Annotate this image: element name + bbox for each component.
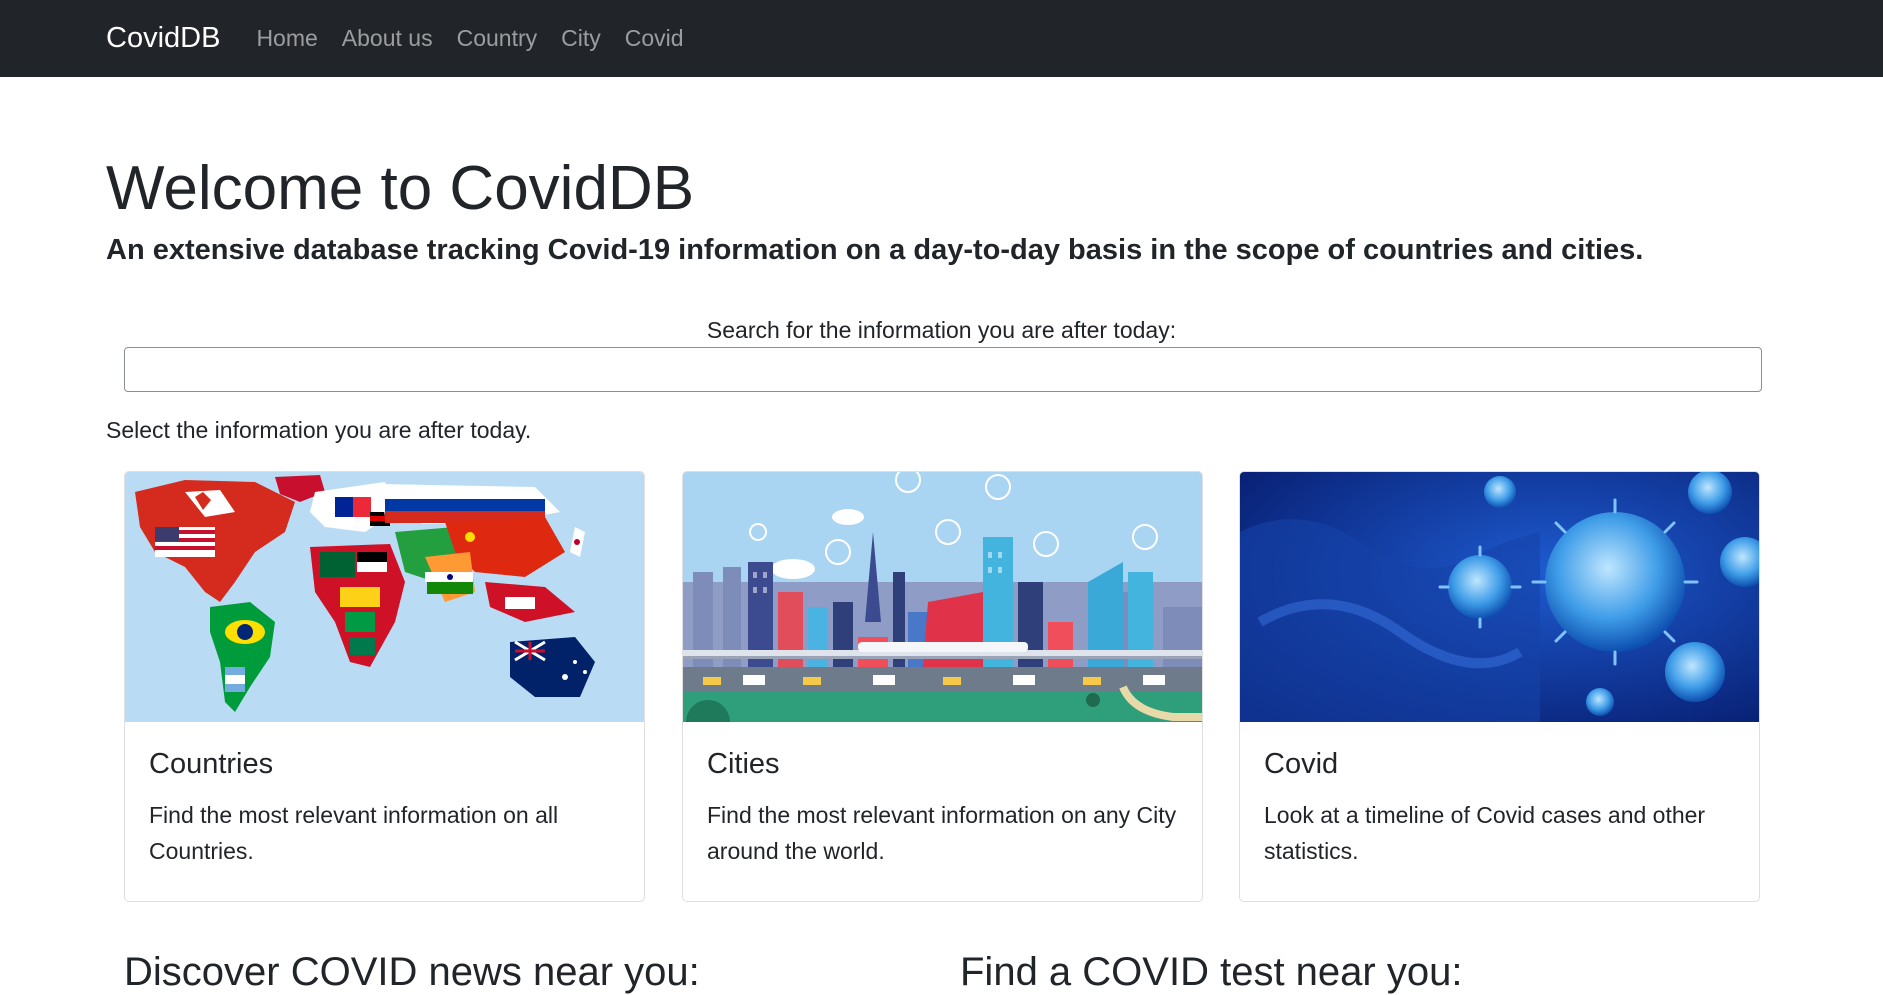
test-section-heading: Find a COVID test near you: (960, 950, 1463, 994)
card-countries[interactable]: Countries Find the most relevant informa… (124, 471, 645, 902)
search-label: Search for the information you are after… (706, 317, 1177, 343)
city-skyline-image (683, 472, 1202, 722)
page-subtitle: An extensive database tracking Covid-19 … (106, 234, 1644, 266)
card-cities[interactable]: Cities Find the most relevant informatio… (682, 471, 1203, 902)
card-title: Countries (149, 748, 274, 780)
nav-link-country[interactable]: Country (457, 25, 538, 52)
news-section-heading: Discover COVID news near you: (124, 950, 700, 994)
world-flags-map-image (125, 472, 644, 722)
page-title: Welcome to CovidDB (106, 154, 695, 223)
nav-link-home[interactable]: Home (256, 25, 317, 52)
brand-link[interactable]: CovidDB (106, 22, 220, 55)
card-covid[interactable]: Covid Look at a timeline of Covid cases … (1239, 471, 1760, 902)
nav-link-covid[interactable]: Covid (625, 25, 684, 52)
nav-link-about[interactable]: About us (342, 25, 433, 52)
search-input[interactable] (124, 347, 1762, 392)
nav-link-city[interactable]: City (561, 25, 601, 52)
top-navbar: CovidDB Home About us Country City Covid (0, 0, 1883, 77)
virus-image (1240, 472, 1759, 722)
card-title: Covid (1264, 748, 1339, 780)
select-instruction: Select the information you are after tod… (106, 417, 532, 443)
card-title: Cities (707, 748, 780, 780)
card-text: Find the most relevant information on al… (149, 802, 559, 864)
card-text: Find the most relevant information on an… (707, 802, 1177, 864)
card-text: Look at a timeline of Covid cases and ot… (1264, 802, 1706, 864)
